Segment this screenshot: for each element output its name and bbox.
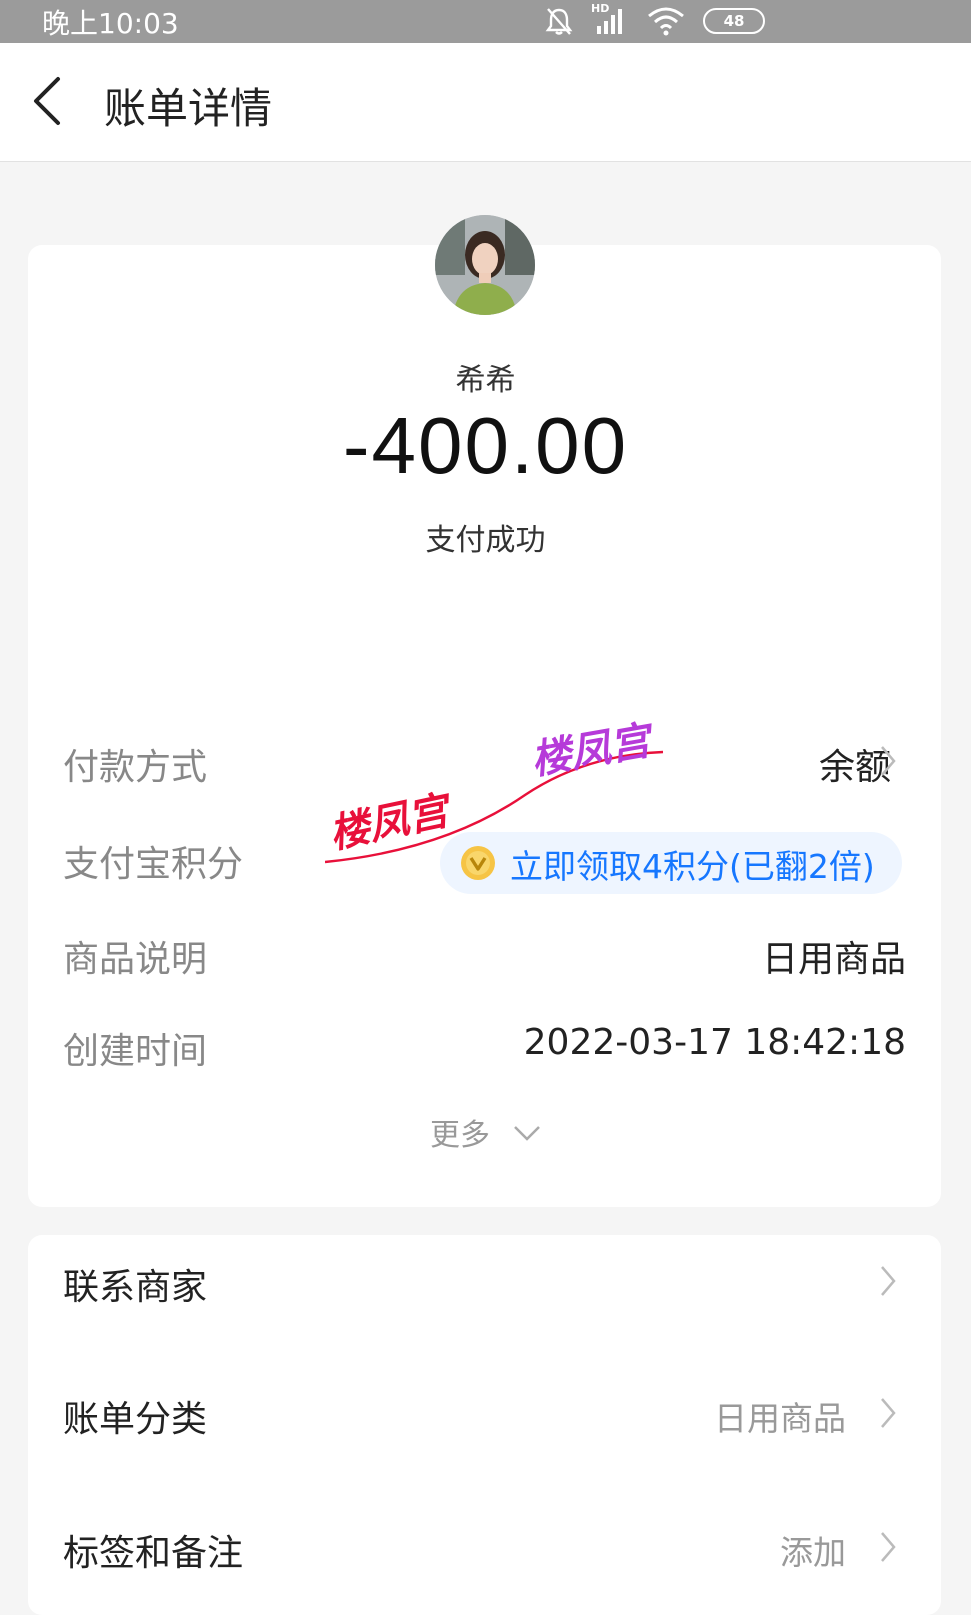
amount: -400.00: [342, 401, 629, 490]
battery-level: 48: [723, 12, 745, 30]
status-time: 晚上10:03: [42, 7, 179, 40]
page-title: 账单详情: [104, 84, 273, 133]
battery-icon: 48: [703, 8, 765, 34]
contact-merchant-label: 联系商家: [63, 1267, 208, 1308]
tags-notes-value: 添加: [780, 1533, 846, 1572]
chevron-right-icon: [881, 1398, 896, 1428]
points-label: 支付宝积分: [63, 844, 244, 885]
header: 账单详情: [0, 43, 971, 162]
status-bar: 晚上10:03 HD 48: [0, 0, 971, 43]
more-button[interactable]: 更多: [430, 1110, 490, 1154]
payment-method-label: 付款方式: [63, 747, 208, 788]
chevron-down-icon: [514, 1126, 540, 1141]
wifi-icon: [648, 7, 684, 36]
bell-off-icon: [545, 8, 573, 35]
signal-icon: HD: [591, 2, 629, 36]
chevron-right-icon: [881, 746, 896, 776]
chevron-right-icon: [881, 1266, 896, 1296]
bill-category-label: 账单分类: [63, 1399, 208, 1440]
tags-notes-label: 标签和备注: [63, 1533, 244, 1574]
chevron-right-icon: [881, 1532, 896, 1562]
product-value: 日用商品: [761, 939, 906, 980]
payment-status: 支付成功: [425, 523, 546, 558]
avatar: [435, 215, 535, 315]
chevron-left-icon[interactable]: [28, 75, 68, 127]
status-icons: HD 48: [545, 2, 765, 38]
merchant-name: 希希: [455, 363, 516, 398]
product-label: 商品说明: [63, 939, 208, 980]
created-time-label: 创建时间: [63, 1031, 208, 1072]
created-time-value: 2022-03-17 18:42:18: [523, 1022, 906, 1063]
bill-category-value: 日用商品: [714, 1399, 846, 1438]
